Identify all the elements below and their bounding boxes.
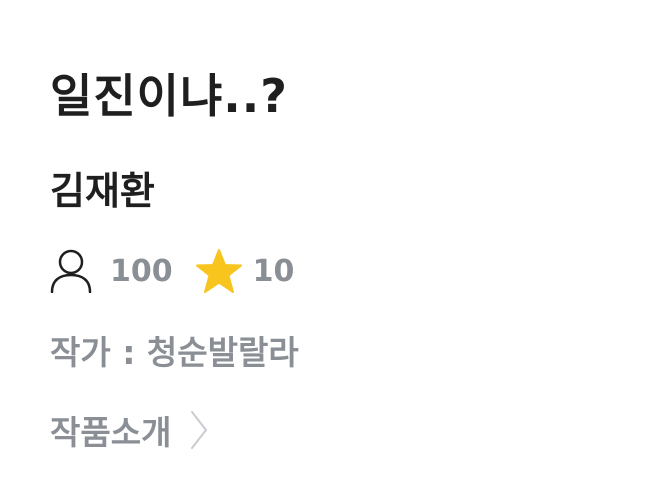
work-subtitle: 김재환	[50, 169, 155, 213]
like-count: 10	[252, 253, 295, 289]
star-icon	[195, 248, 243, 294]
person-icon	[50, 249, 92, 293]
view-count: 100	[110, 253, 173, 289]
work-title: 일진이냐..?	[50, 69, 288, 123]
author-line: 작가 : 청순발랄라	[50, 333, 299, 372]
work-intro-label: 작품소개	[50, 413, 172, 452]
chevron-right-icon	[171, 408, 209, 452]
work-intro-link[interactable]: 작품소개	[50, 408, 209, 452]
work-stats: 100 10	[50, 246, 294, 296]
